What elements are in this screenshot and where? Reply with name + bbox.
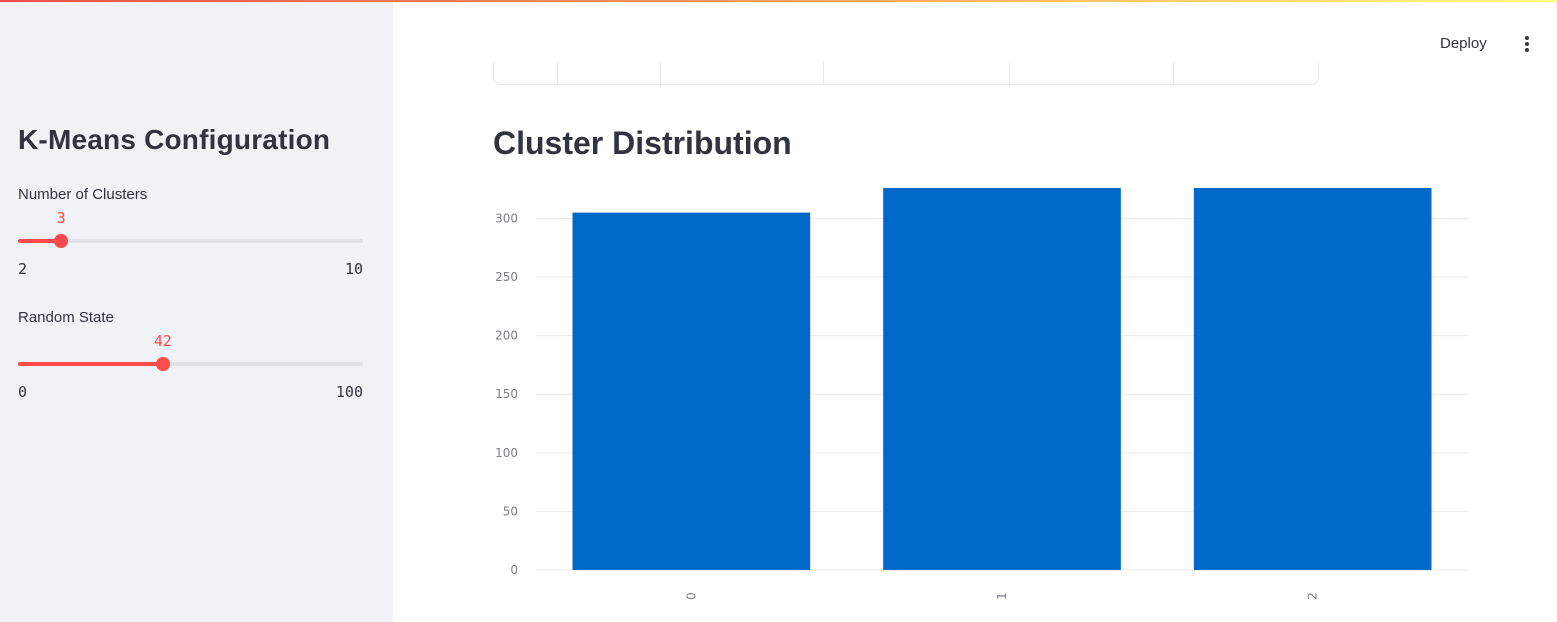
clusters-slider-label: Number of Clusters (18, 186, 148, 203)
clusters-slider-value: 3 (56, 209, 66, 227)
top-decoration-bar (0, 0, 1557, 2)
table-column-divider (660, 62, 661, 84)
cluster-distribution-chart: 0 50 100 150 200 250 300 0 1 2 (495, 188, 1468, 600)
random-state-slider-fill (18, 362, 163, 366)
y-tick-label: 300 (495, 211, 518, 225)
clusters-slider[interactable]: 3 (18, 209, 363, 248)
y-tick-label: 50 (503, 504, 518, 518)
section-title: Cluster Distribution (493, 125, 792, 161)
bar-cluster-1[interactable] (883, 188, 1121, 570)
clusters-slider-thumb[interactable] (54, 234, 69, 248)
x-tick-label: 0 (684, 592, 698, 600)
table-column-divider (1009, 62, 1010, 84)
sidebar-title: K-Means Configuration (18, 124, 331, 155)
y-tick-label: 150 (495, 387, 518, 401)
y-tick-label: 250 (495, 270, 518, 284)
bar-cluster-2[interactable] (1193, 188, 1432, 570)
bar-cluster-0[interactable] (572, 212, 811, 570)
random-state-slider-value: 42 (153, 332, 172, 350)
x-tick-label: 1 (995, 592, 1009, 600)
clusters-slider-max: 10 (344, 260, 363, 278)
y-tick-label: 200 (495, 329, 518, 343)
y-tick-label: 100 (495, 446, 518, 460)
random-state-slider-max: 100 (335, 383, 363, 401)
dataframe-table-bottom (493, 62, 1319, 85)
vertical-ellipsis-icon[interactable] (1518, 34, 1536, 54)
random-state-slider-thumb[interactable] (155, 357, 170, 371)
y-tick-label: 0 (510, 563, 518, 577)
clusters-slider-min: 2 (18, 260, 28, 278)
sidebar: K-Means Configuration Number of Clusters… (0, 0, 393, 622)
x-tick-label: 2 (1306, 592, 1320, 600)
deploy-button[interactable]: Deploy (1432, 33, 1495, 54)
table-column-divider (823, 62, 824, 84)
table-column-divider (557, 62, 558, 84)
random-state-slider[interactable]: 42 (18, 332, 363, 371)
random-state-slider-label: Random State (18, 309, 114, 326)
random-state-slider-min: 0 (18, 383, 28, 401)
table-column-divider (1173, 62, 1174, 84)
